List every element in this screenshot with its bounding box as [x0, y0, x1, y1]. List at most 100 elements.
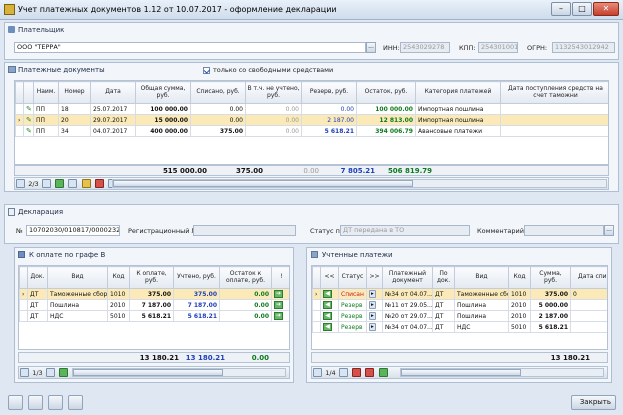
- col-reserve[interactable]: Резерв, руб.: [301, 81, 357, 104]
- remove-all-button[interactable]: [365, 368, 375, 377]
- table-row-selected[interactable]: › ✎ ПП 20 29.07.2017 15 000.00 0.00 0.00 …: [15, 114, 608, 126]
- col-kind[interactable]: Вид: [47, 266, 108, 289]
- next-button[interactable]: [59, 368, 69, 377]
- col-counted[interactable]: Учтено, руб.: [173, 266, 220, 289]
- total-rest: 506 819.79: [387, 167, 432, 175]
- table-row-selected[interactable]: › ДТ Таможенные сборы 1010 375.00 375.00…: [19, 288, 289, 300]
- next-button[interactable]: [378, 368, 388, 377]
- move-right-button[interactable]: ▸: [369, 312, 376, 320]
- col-kind[interactable]: Вид: [454, 266, 509, 289]
- edit-button[interactable]: [81, 179, 91, 188]
- first-page-button[interactable]: [20, 368, 29, 377]
- col-not-counted[interactable]: В т.ч. не учтено, руб.: [245, 81, 302, 104]
- table-row[interactable]: ДТ Пошлина 2010 7 187.00 7 187.00 0.00 ➔: [19, 299, 289, 311]
- col-move-right[interactable]: >>: [366, 266, 383, 289]
- accounted-header: Учтенные платежи: [322, 251, 393, 259]
- arrow-left-icon[interactable]: ◀: [323, 323, 332, 331]
- ogrn-field[interactable]: 1132543012942: [552, 42, 615, 53]
- col-total[interactable]: Общая сумма, руб.: [135, 81, 191, 104]
- reg-number-field[interactable]: [193, 225, 296, 236]
- payments-hscroll-thumb[interactable]: [113, 180, 413, 187]
- add-button[interactable]: [55, 179, 65, 188]
- table-row[interactable]: ◀ Резерв ▸ №20 от 29.07.... ДТ Пошлина 2…: [312, 310, 607, 322]
- payment-doc-icon: ✎: [26, 104, 32, 113]
- table-row[interactable]: ✎ ПП 18 25.07.2017 100 000.00 0.00 0.00 …: [15, 103, 608, 115]
- undo-icon-button[interactable]: [28, 395, 43, 410]
- inn-field[interactable]: 2543029278: [400, 42, 450, 53]
- minimize-button[interactable]: –: [551, 2, 571, 16]
- col-status[interactable]: Статус: [338, 266, 367, 289]
- payer-name-field[interactable]: ООО "ТЕРРА": [14, 42, 366, 53]
- move-right-button[interactable]: ▸: [369, 323, 376, 331]
- save-icon-button[interactable]: [8, 395, 23, 410]
- payments-header: Платежные документы: [18, 66, 105, 74]
- col-number[interactable]: Номер: [58, 81, 91, 104]
- col-written[interactable]: Списано, руб.: [190, 81, 246, 104]
- prev-button[interactable]: [41, 179, 51, 188]
- accounted-sum-total: 13 180.21: [550, 354, 590, 362]
- table-row-selected[interactable]: › ◀ Списан ▸ №34 от 04.07.... ДТ Таможен…: [312, 288, 607, 300]
- arrow-right-icon[interactable]: ➔: [274, 312, 283, 320]
- arrow-right-icon[interactable]: ➔: [274, 290, 283, 298]
- prev-button[interactable]: [45, 368, 55, 377]
- table-row[interactable]: ◀ Резерв ▸ №11 от 29.05.... ДТ Пошлина 2…: [312, 299, 607, 311]
- accounted-hscroll[interactable]: [400, 368, 604, 377]
- table-row[interactable]: ✎ ПП 34 04.07.2017 400 000.00 375.00 0.0…: [15, 125, 608, 137]
- table-row[interactable]: ◀ Резерв ▸ №34 от 04.07.... ДТ НДС 5010 …: [312, 321, 607, 333]
- arrow-left-icon[interactable]: ◀: [323, 312, 332, 320]
- col-rest-to-pay[interactable]: Остаток к оплате, руб.: [219, 266, 272, 289]
- cell-status: Резерв: [338, 310, 367, 322]
- cell-reserve: 5 618.21: [301, 125, 357, 137]
- to-pay-hscroll[interactable]: [72, 368, 286, 377]
- col-to-pay[interactable]: К оплате, руб.: [129, 266, 174, 289]
- first-page-button[interactable]: [16, 179, 25, 188]
- col-by-doc[interactable]: По док.: [432, 266, 455, 289]
- ed-status-field[interactable]: ДТ передана в ТО: [340, 225, 470, 236]
- to-pay-hscroll-thumb[interactable]: [73, 369, 223, 376]
- first-page-button[interactable]: [313, 368, 322, 377]
- col-date[interactable]: Дата: [90, 81, 136, 104]
- col-move-left[interactable]: <<: [320, 266, 339, 289]
- only-free-checkbox[interactable]: [203, 66, 210, 74]
- col-payment-doc[interactable]: Платежный документ: [382, 266, 433, 289]
- col-code[interactable]: Код: [107, 266, 130, 289]
- col-name[interactable]: Наим.: [33, 81, 59, 104]
- arrow-left-icon[interactable]: ◀: [323, 301, 332, 309]
- col-category[interactable]: Категория платежей: [415, 81, 501, 104]
- close-window-button[interactable]: ✕: [593, 2, 619, 16]
- report-icon-button[interactable]: [68, 395, 83, 410]
- accounted-hscroll-thumb[interactable]: [401, 369, 521, 376]
- move-right-button[interactable]: ▸: [369, 290, 376, 298]
- close-button[interactable]: Закрыть: [571, 395, 616, 410]
- col-flag[interactable]: !: [271, 266, 289, 289]
- col-arrival[interactable]: Дата поступления средств на счет таможни: [500, 81, 608, 104]
- delete-button[interactable]: [94, 179, 104, 188]
- move-right-button[interactable]: ▸: [369, 301, 376, 309]
- only-free-label: только со свободными средствами: [213, 66, 334, 74]
- col-code[interactable]: Код: [508, 266, 531, 289]
- maximize-button[interactable]: □: [572, 2, 592, 16]
- payments-hscroll[interactable]: [112, 179, 607, 188]
- comment-field[interactable]: [524, 225, 604, 236]
- col-writeoff-date[interactable]: Дата списания: [570, 266, 607, 289]
- arrow-left-icon[interactable]: ◀: [323, 290, 332, 298]
- kpp-field[interactable]: 254301001: [478, 42, 518, 53]
- next-button[interactable]: [68, 179, 78, 188]
- col-rest[interactable]: Остаток, руб.: [356, 81, 416, 104]
- payer-select-button[interactable]: ...: [366, 42, 376, 53]
- arrow-right-icon[interactable]: ➔: [274, 301, 283, 309]
- cell-not-counted: 0.00: [245, 125, 302, 137]
- decl-number-field[interactable]: 10702030/010817/0000232: [26, 225, 120, 236]
- prev-button[interactable]: [338, 368, 348, 377]
- total-reserve: 7 805.21: [340, 167, 375, 175]
- table-row[interactable]: ДТ НДС 5010 5 618.21 5 618.21 0.00 ➔: [19, 310, 289, 322]
- cell-status: Списан: [338, 288, 367, 300]
- declaration-header: Декларация: [18, 208, 64, 216]
- cell-category: Авансовые платежи: [415, 125, 501, 137]
- payments-pager: 2/3: [28, 180, 39, 188]
- col-doc[interactable]: Док.: [27, 266, 48, 289]
- col-sum[interactable]: Сумма, руб.: [530, 266, 571, 289]
- comment-button[interactable]: ...: [604, 225, 614, 236]
- remove-button[interactable]: [352, 368, 362, 377]
- print-icon-button[interactable]: [48, 395, 63, 410]
